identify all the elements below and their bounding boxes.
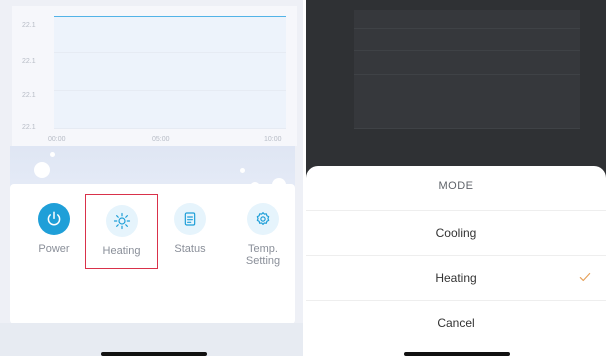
- right-screen: MODE Cooling Heating Cancel: [306, 0, 606, 356]
- left-screen: 22.1 22.1 22.1 22.1 00:00 05:00 10:00 Po…: [0, 0, 303, 356]
- checkmark-icon: [579, 272, 591, 282]
- snow-dot: [34, 162, 50, 178]
- document-icon: [174, 203, 206, 235]
- chart-gridline: [54, 128, 286, 129]
- x-tick-label: 10:00: [264, 136, 282, 143]
- heating-label: Heating: [102, 245, 141, 257]
- temperature-chart: 22.1 22.1 22.1 22.1 00:00 05:00 10:00: [12, 6, 297, 146]
- temp-setting-label: Temp. Setting: [245, 243, 281, 267]
- mode-action-sheet: MODE Cooling Heating Cancel: [306, 166, 606, 356]
- y-tick-label: 22.1: [22, 124, 36, 131]
- chart-series-line: [54, 16, 286, 17]
- dimmed-gridline: [354, 74, 580, 75]
- x-tick-label: 05:00: [152, 136, 170, 143]
- gear-icon: [247, 203, 279, 235]
- dimmed-gridline: [354, 128, 580, 129]
- cancel-label: Cancel: [437, 316, 475, 330]
- mode-option-heating[interactable]: Heating: [306, 255, 606, 300]
- control-panel: Power Heating Status Temp. Setting: [10, 184, 295, 324]
- chart-gridline: [54, 52, 286, 53]
- dimmed-gridline: [354, 50, 580, 51]
- y-tick-label: 22.1: [22, 22, 36, 29]
- power-icon: [38, 203, 70, 235]
- home-indicator[interactable]: [404, 352, 510, 356]
- chart-plot-area: [54, 16, 286, 128]
- dimmed-gridline: [354, 28, 580, 29]
- power-button[interactable]: Power: [24, 199, 84, 255]
- y-tick-label: 22.1: [22, 92, 36, 99]
- power-label: Power: [38, 243, 70, 255]
- temp-setting-button[interactable]: Temp. Setting: [230, 199, 296, 267]
- x-tick-label: 00:00: [48, 136, 66, 143]
- status-label: Status: [174, 243, 206, 255]
- mode-option-cooling[interactable]: Cooling: [306, 210, 606, 255]
- chart-gridline: [54, 90, 286, 91]
- snow-dot: [50, 152, 55, 157]
- mode-title: MODE: [438, 180, 474, 192]
- sun-icon: [105, 205, 138, 237]
- option-label: Heating: [435, 271, 477, 285]
- y-tick-label: 22.1: [22, 58, 36, 65]
- heating-button[interactable]: Heating: [85, 194, 158, 269]
- option-label: Cooling: [435, 226, 477, 240]
- status-button[interactable]: Status: [160, 199, 220, 255]
- cancel-button[interactable]: Cancel: [306, 300, 606, 345]
- home-indicator[interactable]: [101, 352, 207, 356]
- snow-dot: [240, 168, 245, 173]
